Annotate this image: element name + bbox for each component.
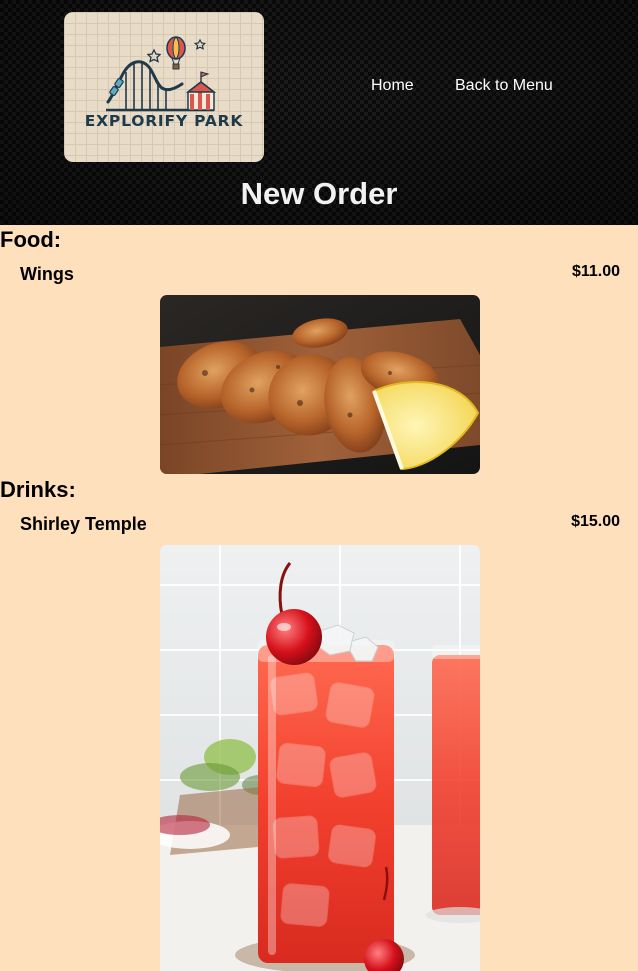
chicken-wings-photo bbox=[160, 295, 480, 474]
logo-text: EXPLORIFY PARK bbox=[84, 112, 244, 130]
site-header: EXPLORIFY PARK Home Back to Menu New Ord… bbox=[0, 0, 638, 225]
food-section-heading: Food: bbox=[0, 227, 62, 252]
nav-home-link[interactable]: Home bbox=[371, 77, 414, 95]
amusement-park-logo-icon bbox=[106, 36, 217, 112]
page-title: New Order bbox=[240, 176, 398, 211]
logo[interactable]: EXPLORIFY PARK bbox=[64, 12, 264, 162]
drink-item-name: Shirley Temple bbox=[20, 514, 147, 534]
drinks-section-heading: Drinks: bbox=[0, 477, 76, 502]
drink-item-price: $15.00 bbox=[571, 513, 620, 530]
food-item-price: $11.00 bbox=[571, 263, 620, 280]
food-item-name: Wings bbox=[20, 264, 74, 284]
nav-back-to-menu-link[interactable]: Back to Menu bbox=[455, 77, 553, 95]
shirley-temple-drink-photo bbox=[160, 545, 480, 971]
